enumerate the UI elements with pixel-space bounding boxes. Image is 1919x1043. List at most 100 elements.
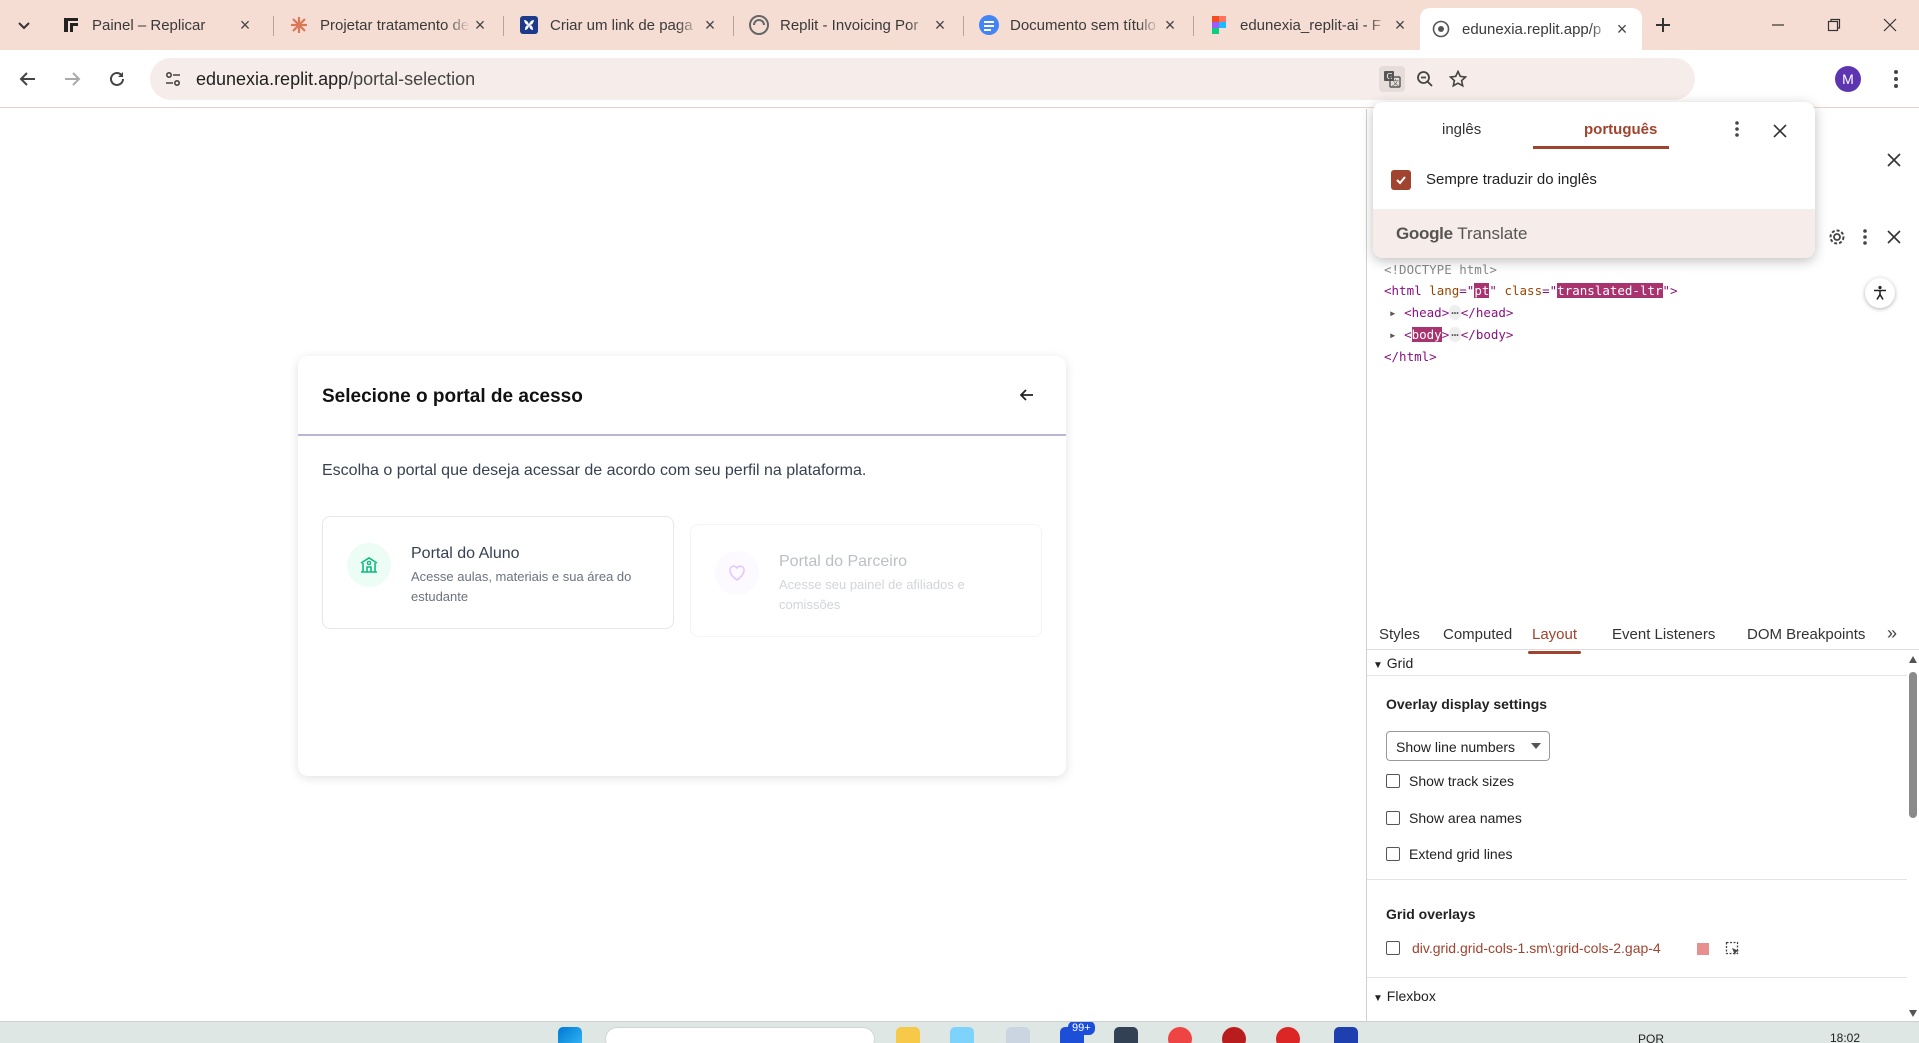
- back-button[interactable]: [10, 61, 46, 97]
- browser-menu-button[interactable]: [1878, 61, 1914, 97]
- flexbox-section-toggle[interactable]: ▼ Flexbox: [1373, 988, 1436, 1004]
- divider: [1367, 879, 1907, 880]
- reload-icon: [110, 71, 124, 86]
- close-window-button[interactable]: [1862, 0, 1918, 50]
- close-icon[interactable]: ×: [930, 15, 950, 35]
- chrome-icon[interactable]: [1276, 1027, 1300, 1043]
- tab-criar-link[interactable]: Criar um link de paga ×: [508, 8, 730, 42]
- app-icon[interactable]: [1114, 1027, 1138, 1043]
- zoom-icon[interactable]: [1412, 66, 1438, 92]
- active-tab-indicator: [1533, 146, 1669, 149]
- close-icon[interactable]: ×: [1390, 15, 1410, 35]
- address-bar[interactable]: edunexia.replit.app/portal-selection G文: [150, 58, 1695, 100]
- school-icon: [347, 543, 391, 587]
- arrow-left-icon: [1020, 389, 1033, 401]
- tab-computed[interactable]: Computed: [1443, 626, 1512, 643]
- tab-separator: [273, 16, 274, 36]
- tab-dom-breakpoints[interactable]: DOM Breakpoints: [1747, 626, 1865, 643]
- input-language[interactable]: POR: [1638, 1032, 1664, 1043]
- windows-start-icon[interactable]: [558, 1027, 582, 1043]
- devtools-subtabs: Styles Computed Layout Event Listeners D…: [1367, 620, 1919, 654]
- profile-avatar[interactable]: M: [1835, 66, 1861, 92]
- line-numbers-select[interactable]: Show line numbers: [1386, 731, 1550, 761]
- dom-html-node[interactable]: <html lang="pt" class="translated-ltr">: [1384, 283, 1678, 298]
- always-translate-checkbox[interactable]: [1391, 170, 1411, 190]
- chrome-icon[interactable]: [1222, 1027, 1246, 1043]
- tab-documento[interactable]: Documento sem título ×: [968, 8, 1190, 42]
- overlay-color-swatch[interactable]: [1697, 943, 1709, 955]
- restore-button[interactable]: [1806, 0, 1862, 50]
- page-description: Escolha o portal que deseja acessar de a…: [322, 462, 867, 479]
- forward-button[interactable]: [54, 61, 90, 97]
- devtools-settings-button[interactable]: [1827, 227, 1847, 247]
- tab-projetar[interactable]: Projetar tratamento de ×: [278, 8, 500, 42]
- grid-section-toggle[interactable]: ▼ Grid: [1373, 655, 1413, 671]
- replicar-logo-icon: [60, 14, 82, 36]
- new-tab-button[interactable]: [1645, 7, 1681, 43]
- always-translate-label: Sempre traduzir do inglês: [1426, 171, 1597, 188]
- portal-parceiro-card[interactable]: Portal do Parceiro Acesse seu painel de …: [690, 524, 1042, 637]
- site-info-icon[interactable]: [160, 66, 186, 92]
- tab-search-button[interactable]: [6, 7, 42, 43]
- close-icon[interactable]: ×: [470, 15, 490, 35]
- tab-styles[interactable]: Styles: [1379, 626, 1420, 643]
- file-explorer-icon[interactable]: [896, 1027, 920, 1043]
- translate-close-button[interactable]: [1773, 124, 1789, 140]
- dom-html-close[interactable]: </html>: [1384, 349, 1437, 364]
- dropdown-arrow-icon: [1531, 743, 1541, 749]
- reveal-element-icon[interactable]: [1725, 941, 1741, 957]
- accessibility-icon: [1874, 285, 1886, 300]
- card-header: Selecione o portal de acesso: [298, 356, 1066, 436]
- replit-logo-icon: [748, 14, 770, 36]
- accessibility-button[interactable]: [1865, 278, 1895, 308]
- show-area-names-checkbox[interactable]: [1386, 811, 1400, 825]
- dom-doctype[interactable]: <!DOCTYPE html>: [1384, 262, 1497, 277]
- extend-grid-lines-checkbox[interactable]: [1386, 847, 1400, 861]
- portal-aluno-card[interactable]: Portal do Aluno Acesse aulas, materiais …: [322, 516, 674, 629]
- extend-grid-lines-label: Extend grid lines: [1409, 846, 1513, 862]
- tab-edunexia[interactable]: edunexia.replit.app/p ×: [1420, 8, 1642, 50]
- url-path: /portal-selection: [348, 69, 476, 89]
- tab-painel[interactable]: Painel – Replicar ×: [50, 8, 265, 42]
- close-icon[interactable]: ×: [235, 15, 255, 35]
- scroll-down-icon[interactable]: [1909, 1010, 1917, 1017]
- close-icon[interactable]: ×: [1612, 19, 1632, 39]
- grid-overlay-item[interactable]: div.grid.grid-cols-1.sm\:grid-cols-2.gap…: [1412, 940, 1661, 956]
- scrollbar-thumb[interactable]: [1909, 672, 1917, 818]
- close-icon[interactable]: ×: [1160, 15, 1180, 35]
- tab-figma[interactable]: edunexia_replit-ai - F ×: [1198, 8, 1420, 42]
- devtools-menu-button[interactable]: [1863, 229, 1875, 247]
- lang-target-tab[interactable]: português: [1584, 121, 1657, 138]
- grid-overlay-checkbox[interactable]: [1386, 941, 1400, 955]
- scrollbar[interactable]: [1906, 654, 1919, 1021]
- tab-event-listeners[interactable]: Event Listeners: [1612, 626, 1715, 643]
- search-box[interactable]: [605, 1027, 875, 1043]
- overlay-settings-heading: Overlay display settings: [1386, 696, 1548, 712]
- plus-icon: [1656, 18, 1670, 32]
- translate-options-button[interactable]: [1735, 121, 1747, 141]
- show-track-sizes-checkbox[interactable]: [1386, 774, 1400, 788]
- bookmark-star-icon[interactable]: [1445, 66, 1471, 92]
- dom-head-node[interactable]: ▸ <head> ⋯ </head>: [1389, 305, 1513, 320]
- reload-button[interactable]: [99, 61, 135, 97]
- clock[interactable]: 18:02: [1830, 1031, 1860, 1043]
- dom-body-node[interactable]: ▸ <body> ⋯ </body>: [1389, 327, 1513, 342]
- close-icon: [1773, 124, 1787, 138]
- portal-description: Acesse aulas, materiais e sua área do es…: [411, 569, 632, 604]
- scroll-up-icon[interactable]: [1909, 656, 1917, 663]
- minimize-button[interactable]: [1750, 0, 1806, 50]
- devtools-close-button[interactable]: [1887, 153, 1907, 173]
- translate-icon[interactable]: G文: [1379, 66, 1405, 92]
- app-icon[interactable]: [1334, 1027, 1358, 1043]
- close-icon[interactable]: ×: [700, 15, 720, 35]
- app-icon[interactable]: [1006, 1027, 1030, 1043]
- more-tabs-icon[interactable]: »: [1887, 623, 1897, 644]
- lang-source-tab[interactable]: inglês: [1442, 121, 1481, 138]
- tab-replit-invoicing[interactable]: Replit - Invoicing Por ×: [738, 8, 960, 42]
- back-arrow-button[interactable]: [1016, 384, 1038, 406]
- url-text: edunexia.replit.app/portal-selection: [196, 69, 475, 90]
- devtools-dock-close-button[interactable]: [1887, 230, 1903, 246]
- tab-layout[interactable]: Layout: [1527, 626, 1582, 654]
- chrome-icon[interactable]: [1168, 1027, 1192, 1043]
- app-icon[interactable]: [950, 1027, 974, 1043]
